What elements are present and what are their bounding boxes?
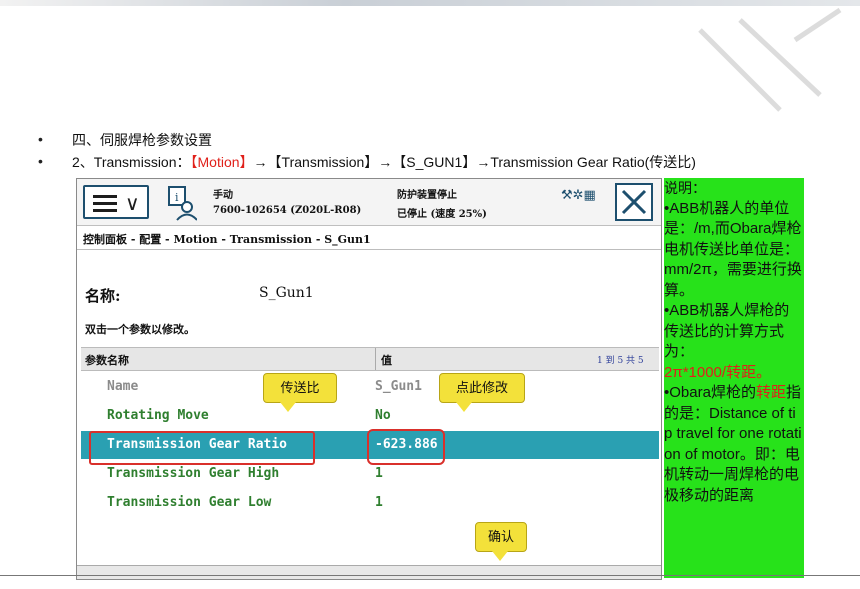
param-value: No: [375, 408, 391, 423]
column-header-value: 值: [381, 354, 392, 367]
bullet-1: •: [38, 131, 43, 147]
note-p3-body: 指的是：Distance of tip travel for one rotat…: [664, 384, 802, 504]
note-formula: 2π*1000/转距。: [664, 363, 772, 381]
name-label: 名称:: [85, 287, 121, 305]
hint-text: 双击一个参数以修改。: [85, 323, 195, 336]
run-state: 已停止 (速度 25%): [397, 209, 487, 220]
param-name: Transmission Gear Low: [107, 495, 272, 510]
callout-ratio: 传送比: [263, 373, 337, 412]
main-menu-button[interactable]: ∨: [83, 185, 149, 219]
callout-edit: 点此修改: [439, 373, 525, 412]
bullet-2: •: [38, 153, 43, 169]
note-paragraph-3: •Obara焊枪的转距指的是：Distance of tip travel fo…: [664, 383, 804, 506]
column-separator: [375, 348, 376, 370]
chevron-down-icon: ∨: [125, 193, 140, 215]
divider: [77, 249, 661, 250]
column-header-name: 参数名称: [85, 354, 129, 367]
user-info-icon[interactable]: i: [167, 185, 197, 221]
path-motion: 【Motion】: [190, 154, 254, 170]
highlight-name-box: [89, 431, 315, 465]
table-header: 参数名称 值 1 到 5 共 5: [81, 347, 659, 371]
note-p3-lead: •Obara焊枪的: [664, 384, 756, 401]
navigation-path: 2、Transmission：【Motion】→【Transmission】→【…: [72, 152, 696, 172]
status-tray-icons[interactable]: ⚒✲▦: [561, 187, 596, 203]
callout-confirm: 确认: [475, 522, 527, 561]
note-paragraph-1: •ABB机器人的单位是：/m,而Obara焊枪电机传送比单位是：mm/2π，需要…: [664, 199, 802, 299]
note-title: 说明：: [664, 180, 706, 196]
highlight-value-box: [367, 429, 445, 465]
flexpendant-screen: ∨ i 手动 7600-102654 (Z020L-R08) 防护装置停止 已停…: [76, 178, 662, 580]
table-row[interactable]: Transmission Gear Low 1: [81, 489, 659, 517]
path-prefix: 2、Transmission：: [72, 154, 191, 170]
close-icon: [621, 189, 647, 215]
param-value: 1: [375, 495, 383, 510]
path-sgun: →【S_GUN1】: [378, 154, 477, 170]
note-p3-term: 转距: [755, 384, 786, 401]
table-row[interactable]: Rotating Move No: [81, 402, 659, 430]
param-name: Name: [107, 379, 139, 394]
explanation-panel: 说明： •ABB机器人的单位是：/m,而Obara焊枪电机传送比单位是：mm/2…: [664, 178, 804, 578]
name-value: S_Gun1: [259, 285, 314, 301]
paging-info: 1 到 5 共 5: [597, 356, 644, 366]
status-bar: ∨ i 手动 7600-102654 (Z020L-R08) 防护装置停止 已停…: [77, 179, 661, 226]
top-decor-line: [0, 0, 860, 6]
param-name: Transmission Gear High: [107, 466, 280, 481]
operation-mode: 手动: [213, 190, 233, 201]
controller-name: 7600-102654 (Z020L-R08): [213, 205, 362, 216]
close-button[interactable]: [615, 183, 653, 221]
param-value: S_Gun1: [375, 379, 422, 394]
breadcrumb: 控制面板 - 配置 - Motion - Transmission - S_Gu…: [83, 233, 371, 246]
bottom-toolbar: [77, 565, 661, 579]
table-row[interactable]: Name S_Gun1: [81, 373, 659, 401]
path-transmission: →【Transmission】: [253, 154, 379, 170]
param-value: 1: [375, 466, 383, 481]
svg-text:i: i: [175, 191, 179, 204]
bottom-divider: [0, 575, 860, 576]
section-heading: 四、伺服焊枪参数设置: [72, 132, 212, 148]
guard-state: 防护装置停止: [397, 190, 457, 201]
hamburger-menu-icon: [93, 195, 117, 216]
param-name: Rotating Move: [107, 408, 209, 423]
note-paragraph-2: •ABB机器人焊枪的传送比的计算方式为：: [664, 302, 790, 360]
path-gear-ratio: →Transmission Gear Ratio(传送比): [476, 154, 696, 170]
